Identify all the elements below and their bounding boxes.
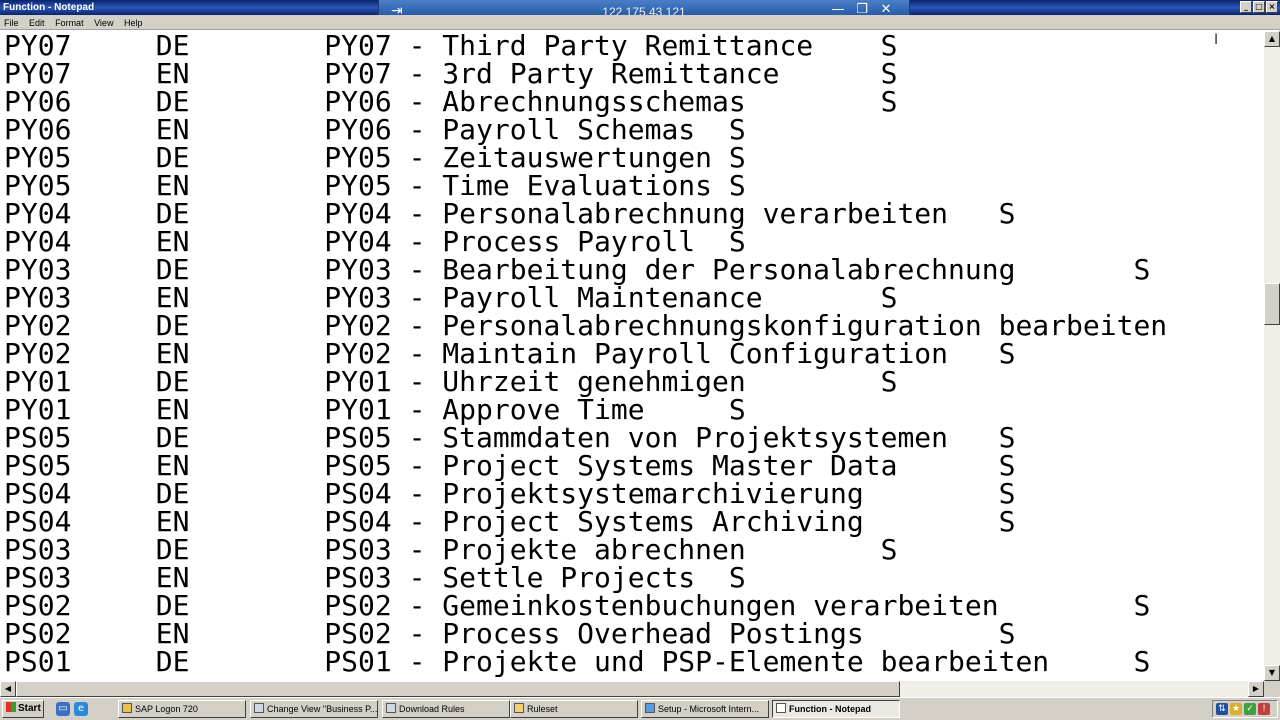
menu-bar: File Edit Format View Help bbox=[0, 15, 1280, 30]
maximize-button[interactable]: □ bbox=[1253, 1, 1265, 13]
window-controls: _ □ × bbox=[1240, 1, 1278, 13]
text-line: PY03 EN PY03 - Payroll Maintenance S bbox=[4, 281, 898, 314]
task-label: Setup - Microsoft Intern... bbox=[658, 704, 760, 714]
horizontal-scrollbar[interactable]: ◀ ▶ bbox=[0, 681, 1264, 697]
text-line: PS05 EN PS05 - Project Systems Master Da… bbox=[4, 449, 1016, 482]
text-line: PY07 EN PY07 - 3rd Party Remittance S bbox=[4, 57, 898, 90]
menu-file[interactable]: File bbox=[0, 15, 23, 29]
text-line: PS03 EN PS03 - Settle Projects S bbox=[4, 561, 746, 594]
sap-logon-icon bbox=[122, 703, 132, 713]
text-line: PS02 DE PS02 - Gemeinkostenbuchungen ver… bbox=[4, 589, 1151, 622]
folder-icon bbox=[514, 703, 524, 713]
sap-window-icon bbox=[254, 703, 264, 713]
scrollbar-corner bbox=[1264, 681, 1280, 697]
taskbar-item-ruleset[interactable]: Ruleset bbox=[510, 700, 638, 718]
minimize-button[interactable]: _ bbox=[1240, 1, 1252, 13]
text-cursor-icon: I bbox=[1214, 32, 1219, 48]
menu-help[interactable]: Help bbox=[120, 15, 147, 29]
text-editor[interactable]: PY07 DE PY07 - Third Party Remittance S … bbox=[0, 31, 1264, 681]
menu-view[interactable]: View bbox=[90, 15, 117, 29]
text-line: PS02 EN PS02 - Process Overhead Postings… bbox=[4, 617, 1016, 650]
scroll-down-arrow-icon[interactable]: ▼ bbox=[1264, 665, 1280, 681]
text-line: PY01 DE PY01 - Uhrzeit genehmigen S bbox=[4, 365, 898, 398]
taskbar-item-notepad[interactable]: Function - Notepad bbox=[772, 700, 900, 718]
task-label: Download Rules bbox=[399, 704, 465, 714]
text-line: PY05 DE PY05 - Zeitauswertungen S bbox=[4, 141, 746, 174]
tray-app-icon[interactable]: ★ bbox=[1230, 703, 1242, 715]
menu-edit[interactable]: Edit bbox=[25, 15, 49, 29]
window-title: Function - Notepad bbox=[3, 2, 95, 13]
sap-window-icon bbox=[386, 703, 396, 713]
task-label: SAP Logon 720 bbox=[135, 704, 198, 714]
text-line: PS01 DE PS01 - Projekte und PSP-Elemente… bbox=[4, 645, 1151, 678]
taskbar-item-download-rules[interactable]: Download Rules bbox=[382, 700, 510, 718]
tray-status-icon[interactable]: ✓ bbox=[1244, 703, 1256, 715]
text-line: PY06 DE PY06 - Abrechnungsschemas S bbox=[4, 85, 898, 118]
taskbar: Start ▭ e SAP Logon 720 Change View "Bus… bbox=[0, 697, 1280, 720]
text-line: PY04 DE PY04 - Personalabrechnung verarb… bbox=[4, 197, 1016, 230]
network-icon[interactable]: ⇅ bbox=[1216, 703, 1228, 715]
internet-explorer-icon[interactable]: e bbox=[74, 702, 88, 716]
system-tray: ⇅ ★ ✓ ! bbox=[1212, 700, 1278, 718]
internet-explorer-icon bbox=[645, 703, 655, 713]
text-line: PY05 EN PY05 - Time Evaluations S bbox=[4, 169, 746, 202]
start-label: Start bbox=[18, 703, 41, 714]
scroll-left-arrow-icon[interactable]: ◀ bbox=[0, 681, 16, 697]
vertical-scrollbar[interactable]: ▲ ▼ bbox=[1264, 31, 1280, 681]
text-line: PS04 DE PS04 - Projektsystemarchivierung… bbox=[4, 477, 1016, 510]
taskbar-item-setup-ie[interactable]: Setup - Microsoft Intern... bbox=[641, 700, 769, 718]
vertical-scroll-thumb[interactable] bbox=[1264, 283, 1280, 325]
task-label: Ruleset bbox=[527, 704, 558, 714]
close-button[interactable]: × bbox=[1266, 1, 1278, 13]
text-line: PS05 DE PS05 - Stammdaten von Projektsys… bbox=[4, 421, 1016, 454]
scroll-right-arrow-icon[interactable]: ▶ bbox=[1248, 681, 1264, 697]
text-line: PY03 DE PY03 - Bearbeitung der Personala… bbox=[4, 253, 1151, 286]
show-desktop-icon[interactable]: ▭ bbox=[56, 702, 70, 716]
task-label: Change View "Business P... bbox=[267, 704, 378, 714]
text-line: PY02 EN PY02 - Maintain Payroll Configur… bbox=[4, 337, 1016, 370]
text-line: PY06 EN PY06 - Payroll Schemas S bbox=[4, 113, 746, 146]
menu-format[interactable]: Format bbox=[51, 15, 88, 29]
start-button[interactable]: Start bbox=[2, 700, 44, 718]
text-line: PY01 EN PY01 - Approve Time S bbox=[4, 393, 746, 426]
windows-logo-icon bbox=[6, 702, 16, 712]
task-label: Function - Notepad bbox=[789, 704, 871, 714]
horizontal-scroll-thumb[interactable] bbox=[16, 681, 900, 697]
text-line: PY07 DE PY07 - Third Party Remittance S bbox=[4, 31, 898, 62]
notepad-icon bbox=[776, 703, 786, 713]
text-line: PY04 EN PY04 - Process Payroll S bbox=[4, 225, 746, 258]
taskbar-item-change-view[interactable]: Change View "Business P... bbox=[250, 700, 378, 718]
scroll-up-arrow-icon[interactable]: ▲ bbox=[1264, 31, 1280, 47]
text-line: PS04 EN PS04 - Project Systems Archiving… bbox=[4, 505, 1016, 538]
text-line: PY02 DE PY02 - Personalabrechnungskonfig… bbox=[4, 309, 1264, 342]
tray-alert-icon[interactable]: ! bbox=[1258, 703, 1270, 715]
text-line: PS03 DE PS03 - Projekte abrechnen S bbox=[4, 533, 898, 566]
taskbar-item-sap-logon[interactable]: SAP Logon 720 bbox=[118, 700, 246, 718]
